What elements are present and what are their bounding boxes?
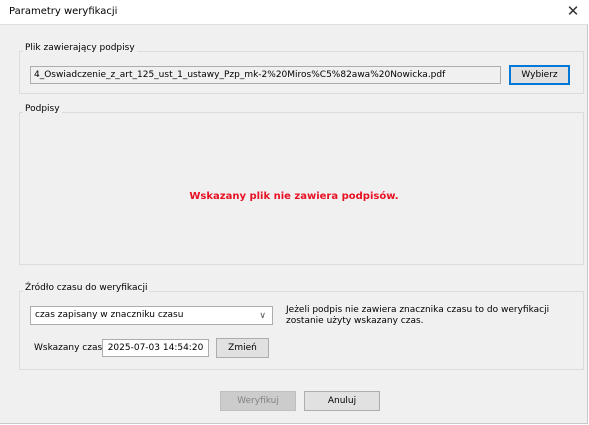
- change-time-button[interactable]: Zmień: [216, 338, 269, 358]
- verification-dialog: Parametry weryfikacji ✕ Plik zawierający…: [0, 0, 588, 424]
- time-note: Jeżeli podpis nie zawiera znacznika czas…: [286, 305, 550, 326]
- signatures-group: [19, 112, 584, 265]
- file-path-field[interactable]: 4_Oswiadczenie_z_art_125_ust_1_ustawy_Pz…: [30, 66, 501, 84]
- title-divider: [0, 24, 588, 25]
- file-group-legend: Plik zawierający podpisy: [23, 43, 137, 53]
- choose-file-button[interactable]: Wybierz: [509, 65, 570, 85]
- verify-button[interactable]: Weryfikuj: [220, 391, 296, 411]
- time-label: Wskazany czas:: [34, 343, 106, 353]
- time-source-select[interactable]: czas zapisany w znaczniku czasu ∨: [30, 306, 273, 325]
- time-source-group-legend: Źródło czasu do weryfikacji: [23, 283, 150, 293]
- time-value-field[interactable]: 2025-07-03 14:54:20: [102, 339, 209, 357]
- time-source-group: [19, 291, 584, 370]
- title-bar: Parametry weryfikacji ✕: [0, 0, 588, 24]
- no-signatures-message: Wskazany plik nie zawiera podpisów.: [189, 191, 399, 202]
- signatures-group-legend: Podpisy: [23, 104, 62, 114]
- close-icon[interactable]: ✕: [564, 2, 582, 20]
- cancel-button[interactable]: Anuluj: [304, 391, 380, 411]
- chevron-down-icon: ∨: [259, 311, 266, 321]
- time-source-selected: czas zapisany w znaczniku czasu: [35, 310, 184, 320]
- window-title: Parametry weryfikacji: [9, 6, 118, 17]
